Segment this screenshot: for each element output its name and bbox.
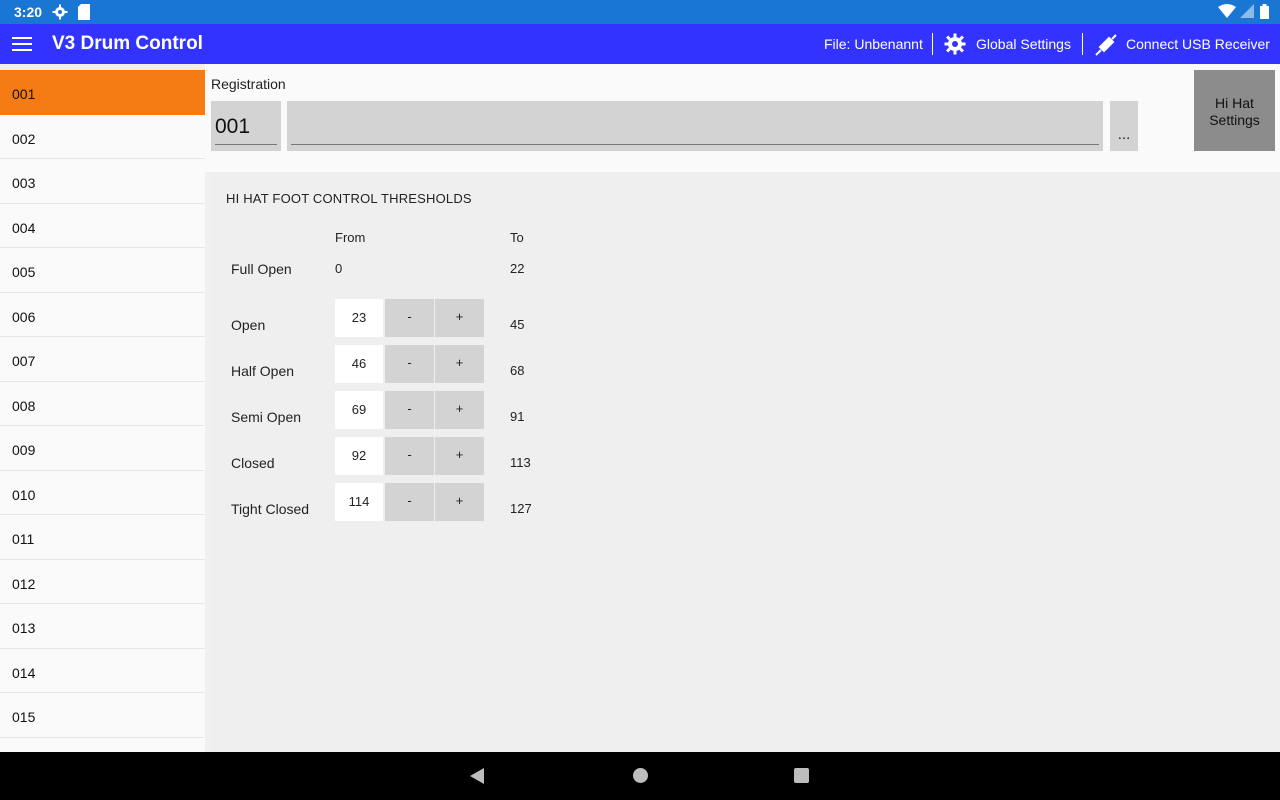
navigation-bar [0, 752, 1280, 800]
sidebar-item-013[interactable]: 013 [0, 604, 205, 649]
threshold-to-value: 127 [510, 501, 532, 516]
increment-button[interactable]: + [435, 345, 484, 383]
threshold-from-input[interactable]: 46 [335, 345, 383, 383]
recents-icon[interactable] [794, 768, 809, 783]
threshold-from-input[interactable]: 69 [335, 391, 383, 429]
registration-panel: Registration 001 ... Hi Hat Settings [205, 64, 1280, 172]
sidebar-item-012[interactable]: 012 [0, 559, 205, 604]
app-title: V3 Drum Control [52, 33, 203, 54]
divider [932, 33, 933, 55]
field-underline [215, 144, 277, 145]
sidebar-item-014[interactable]: 014 [0, 648, 205, 693]
sidebar-item-009[interactable]: 009 [0, 426, 205, 471]
signal-icon [1240, 4, 1254, 18]
home-icon[interactable] [633, 768, 648, 783]
status-bar: 3:20 [0, 0, 1280, 24]
threshold-row-label: Semi Open [231, 409, 302, 425]
threshold-to-value: 68 [510, 363, 525, 378]
increment-button[interactable]: + [435, 391, 484, 429]
increment-button[interactable]: + [435, 437, 484, 475]
decrement-button[interactable]: - [385, 437, 434, 475]
back-icon[interactable] [470, 768, 484, 784]
sidebar-item-002[interactable]: 002 [0, 114, 205, 159]
threshold-row-label: Tight Closed [231, 501, 310, 517]
registration-list: 001 002 003 004 005 006 007 008 009 010 011 012 013 0… [0, 70, 205, 752]
global-settings-button[interactable]: Global Settings [976, 36, 1071, 52]
gear-icon [52, 4, 68, 20]
sd-card-icon [78, 4, 90, 20]
sidebar-item-007[interactable]: 007 [0, 337, 205, 382]
sidebar-item-001[interactable]: 001 [0, 70, 205, 115]
threshold-row-label: Closed [231, 455, 275, 471]
decrement-button[interactable]: - [385, 391, 434, 429]
increment-button[interactable]: + [435, 483, 484, 521]
threshold-to-value: 113 [510, 455, 531, 470]
section-title: HI HAT FOOT CONTROL THRESHOLDS [226, 191, 472, 206]
decrement-button[interactable]: - [385, 483, 434, 521]
status-time: 3:20 [14, 4, 43, 20]
divider [1082, 33, 1083, 55]
file-label[interactable]: File: Unbenannt [824, 36, 923, 52]
app-bar: V3 Drum Control File: Unbenannt Global S… [0, 24, 1280, 64]
column-header-from: From [335, 230, 366, 245]
field-underline [291, 144, 1099, 145]
wifi-icon [1218, 4, 1236, 18]
registration-number: 001 [215, 115, 251, 138]
registration-label: Registration [211, 76, 286, 92]
more-button[interactable]: ... [1110, 101, 1138, 151]
sidebar-item-005[interactable]: 005 [0, 248, 205, 293]
column-header-to: To [510, 230, 524, 245]
connect-usb-button[interactable]: Connect USB Receiver [1126, 36, 1270, 52]
threshold-row-label: Full Open [231, 261, 292, 277]
gear-icon[interactable] [944, 33, 966, 55]
sidebar-item-011[interactable]: 011 [0, 515, 205, 560]
sidebar-item-003[interactable]: 003 [0, 159, 205, 204]
registration-name-field[interactable] [287, 101, 1103, 151]
threshold-to-value: 45 [510, 317, 525, 332]
threshold-from-input[interactable]: 23 [335, 299, 383, 337]
threshold-from-value: 0 [335, 261, 343, 276]
sidebar-item-010[interactable]: 010 [0, 470, 205, 515]
registration-number-field[interactable]: 001 [211, 101, 281, 151]
threshold-row-label: Half Open [231, 363, 295, 379]
battery-icon [1260, 4, 1269, 19]
sidebar-item-008[interactable]: 008 [0, 381, 205, 426]
threshold-from-input[interactable]: 114 [335, 483, 383, 521]
thresholds-panel: HI HAT FOOT CONTROL THRESHOLDS From To F… [211, 172, 1280, 752]
menu-icon[interactable] [12, 35, 32, 53]
decrement-button[interactable]: - [385, 299, 434, 337]
usb-plug-icon[interactable] [1094, 33, 1118, 57]
sidebar-item-006[interactable]: 006 [0, 292, 205, 337]
sidebar-item-015[interactable]: 015 [0, 693, 205, 738]
threshold-from-input[interactable]: 92 [335, 437, 383, 475]
increment-button[interactable]: + [435, 299, 484, 337]
threshold-row-label: Open [231, 317, 266, 333]
threshold-to-value: 91 [510, 409, 525, 424]
hihat-settings-button[interactable]: Hi Hat Settings [1194, 70, 1275, 151]
decrement-button[interactable]: - [385, 345, 434, 383]
threshold-to-value: 22 [510, 261, 525, 276]
sidebar-item-004[interactable]: 004 [0, 203, 205, 248]
